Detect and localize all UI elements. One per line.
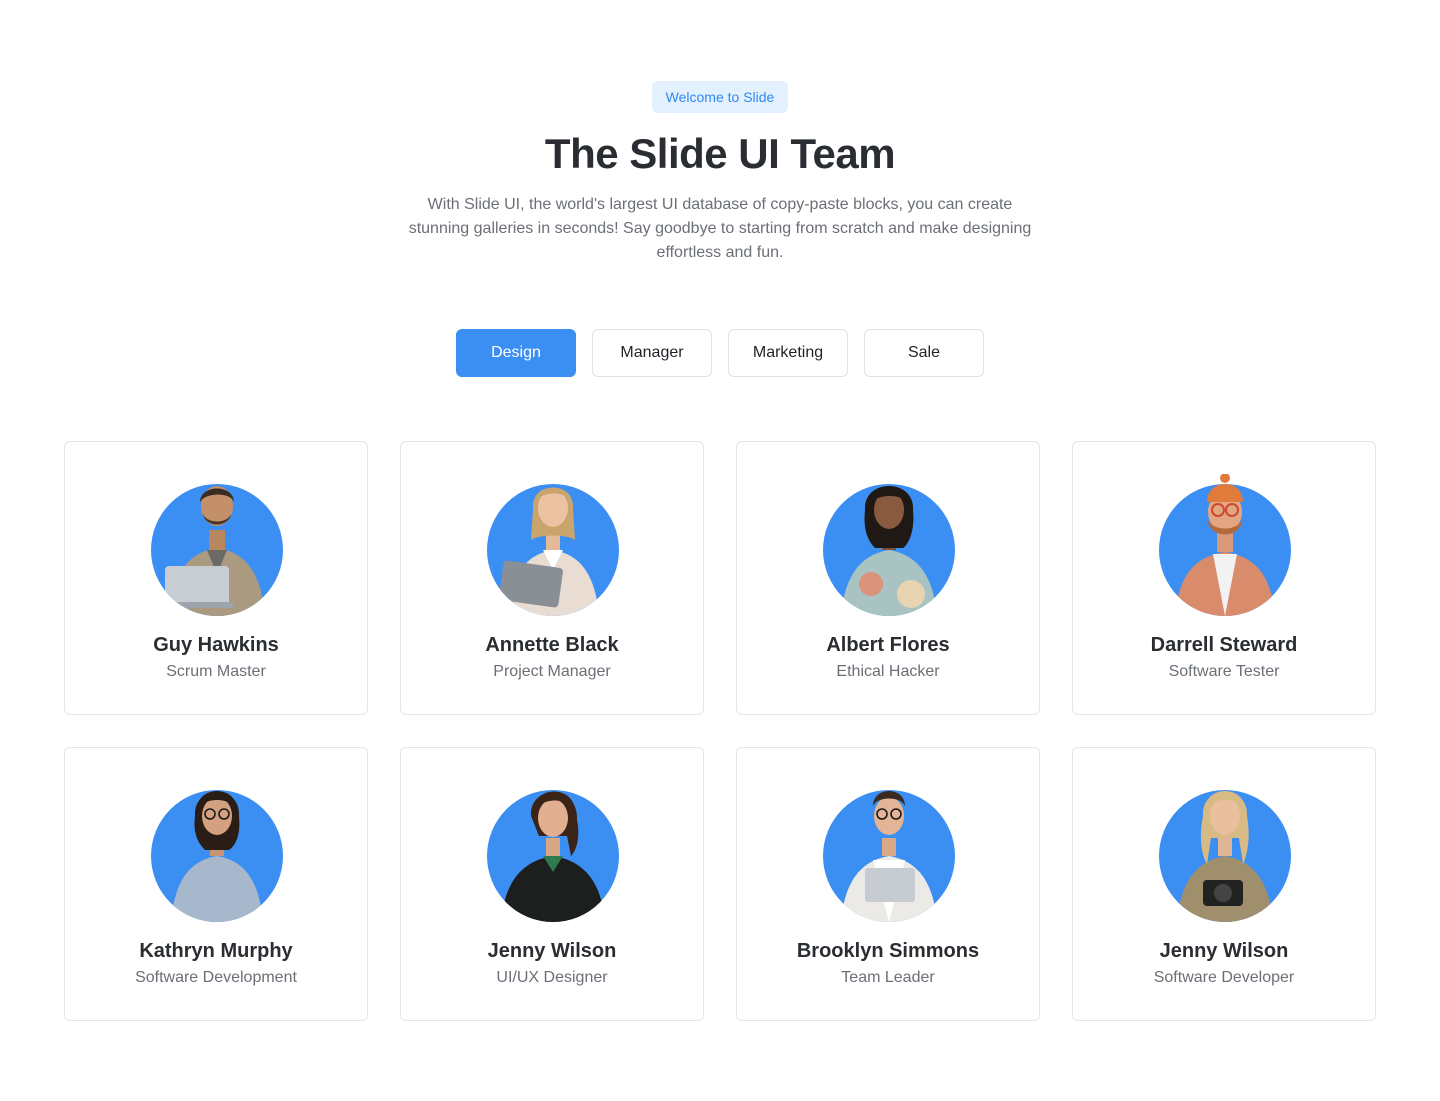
member-role: Software Tester <box>1168 663 1280 680</box>
welcome-badge: Welcome to Slide <box>652 81 788 113</box>
avatar <box>823 474 955 616</box>
member-name: Guy Hawkins <box>153 634 279 656</box>
tab-marketing[interactable]: Marketing <box>728 329 848 377</box>
member-role: Project Manager <box>493 663 611 680</box>
category-tabs: Design Manager Marketing Sale <box>456 329 984 377</box>
team-card[interactable]: Kathryn Murphy Software Development <box>64 747 368 1021</box>
team-card[interactable]: Annette Black Project Manager <box>400 441 704 715</box>
team-card[interactable]: Brooklyn Simmons Team Leader <box>736 747 1040 1021</box>
tab-manager[interactable]: Manager <box>592 329 712 377</box>
avatar <box>487 474 619 616</box>
avatar <box>1159 780 1291 922</box>
member-name: Darrell Steward <box>1150 634 1298 656</box>
member-role: Ethical Hacker <box>836 663 940 680</box>
member-role: Software Developer <box>1153 969 1295 986</box>
member-name: Jenny Wilson <box>1159 940 1289 962</box>
member-name: Annette Black <box>485 634 619 656</box>
member-name: Brooklyn Simmons <box>796 940 980 962</box>
avatar <box>151 780 283 922</box>
team-card[interactable]: Jenny Wilson UI/UX Designer <box>400 747 704 1021</box>
member-role: Team Leader <box>841 969 935 986</box>
member-role: UI/UX Designer <box>496 969 608 986</box>
page-title: The Slide UI Team <box>544 130 896 177</box>
tab-sale[interactable]: Sale <box>864 329 984 377</box>
tab-design[interactable]: Design <box>456 329 576 377</box>
avatar <box>1159 474 1291 616</box>
page-subtitle: With Slide UI, the world's largest UI da… <box>408 196 1032 261</box>
team-card[interactable]: Albert Flores Ethical Hacker <box>736 441 1040 715</box>
team-card[interactable]: Guy Hawkins Scrum Master <box>64 441 368 715</box>
avatar <box>487 780 619 922</box>
member-role: Software Development <box>135 969 297 986</box>
team-card[interactable]: Jenny Wilson Software Developer <box>1072 747 1376 1021</box>
avatar <box>151 474 283 616</box>
member-name: Jenny Wilson <box>487 940 617 962</box>
member-name: Albert Flores <box>826 634 950 656</box>
team-card[interactable]: Darrell Steward Software Tester <box>1072 441 1376 715</box>
member-role: Scrum Master <box>166 663 266 680</box>
avatar <box>823 780 955 922</box>
member-name: Kathryn Murphy <box>139 940 293 962</box>
